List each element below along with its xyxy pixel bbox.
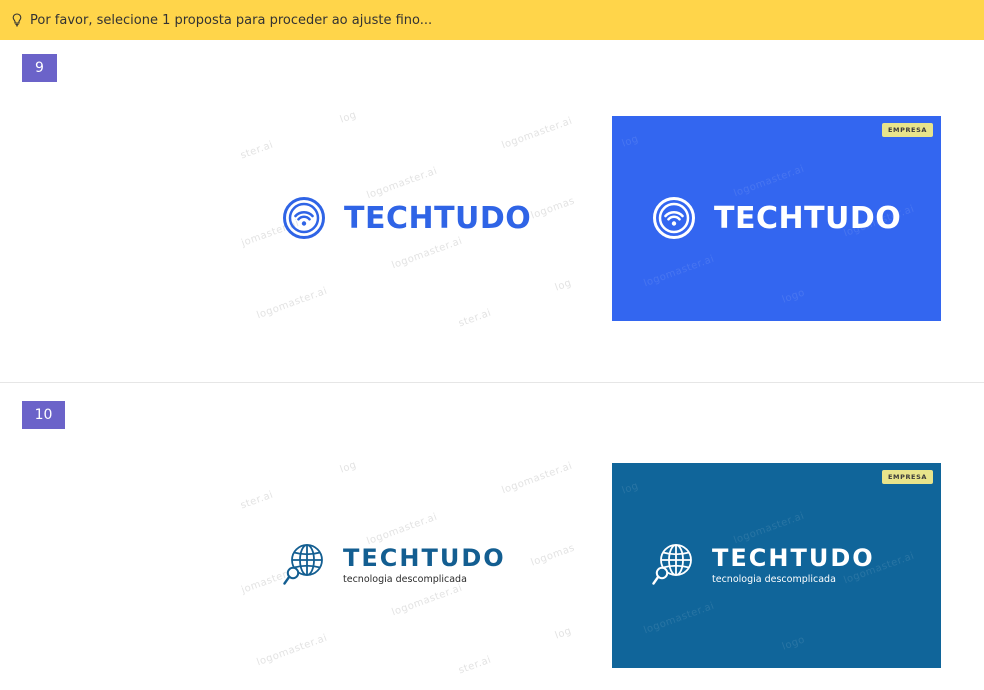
watermark: logo	[780, 634, 807, 653]
logo-wordmark: TECHTUDO	[714, 200, 902, 236]
watermark: ster.ai	[457, 654, 493, 677]
watermark: logomas	[529, 542, 577, 569]
logo-preview-card[interactable]: log logomaster.ai logomaster.ai logomast…	[612, 116, 941, 321]
logo-preview-light[interactable]: TECHTUDO tecnologia descomplicada	[283, 542, 506, 586]
empresa-badge: EMPRESA	[881, 123, 933, 137]
logo-wordmark: TECHTUDO	[712, 543, 875, 572]
watermark: log	[338, 459, 359, 476]
logo-wordmark: TECHTUDO	[343, 543, 506, 572]
logo-tagline: tecnologia descomplicada	[712, 573, 836, 585]
watermark: logo	[780, 287, 807, 306]
watermark: log	[338, 109, 359, 126]
instruction-banner: Por favor, selecione 1 proposta para pro…	[0, 0, 984, 40]
watermark: logomaster.ai	[255, 285, 329, 322]
logo-preview-dark: TECHTUDO tecnologia descomplicada	[652, 542, 875, 586]
globe-magnifier-icon	[652, 542, 696, 586]
logo-preview-dark: TECHTUDO	[652, 196, 901, 240]
watermark: logomaster.ai	[390, 235, 464, 272]
watermark: logomaster.ai	[732, 510, 806, 547]
watermark: logomaster.ai	[732, 163, 806, 200]
wifi-circle-icon	[282, 196, 326, 240]
watermark: logomas	[529, 195, 577, 222]
watermark: logomaster.ai	[500, 460, 574, 497]
logo-preview-light[interactable]: TECHTUDO	[282, 196, 531, 240]
watermark: logomaster.ai	[255, 632, 329, 669]
watermark: ster.ai	[239, 489, 275, 512]
watermark: logomaster.ai	[390, 582, 464, 619]
watermark: log	[620, 480, 641, 497]
globe-magnifier-icon	[283, 542, 327, 586]
watermark: log	[620, 133, 641, 150]
section-divider	[0, 382, 984, 383]
watermark: ster.ai	[457, 307, 493, 330]
watermark: log	[553, 277, 574, 294]
watermark: logomaster.ai	[642, 600, 716, 637]
logo-wordmark: TECHTUDO	[344, 200, 532, 236]
wifi-circle-icon	[652, 196, 696, 240]
empresa-badge: EMPRESA	[881, 470, 933, 484]
proposal-number-badge[interactable]: 10	[22, 401, 65, 429]
logo-tagline: tecnologia descomplicada	[343, 573, 467, 585]
watermark: ster.ai	[239, 139, 275, 162]
proposal-number-badge[interactable]: 9	[22, 54, 57, 82]
watermark: logomaster.ai	[500, 115, 574, 152]
instruction-text: Por favor, selecione 1 proposta para pro…	[30, 12, 433, 28]
watermark: logomaster.ai	[642, 253, 716, 290]
watermark: log	[553, 625, 574, 642]
logo-preview-card[interactable]: log logomaster.ai logomaster.ai logomast…	[612, 463, 941, 668]
lightbulb-icon	[12, 13, 22, 27]
